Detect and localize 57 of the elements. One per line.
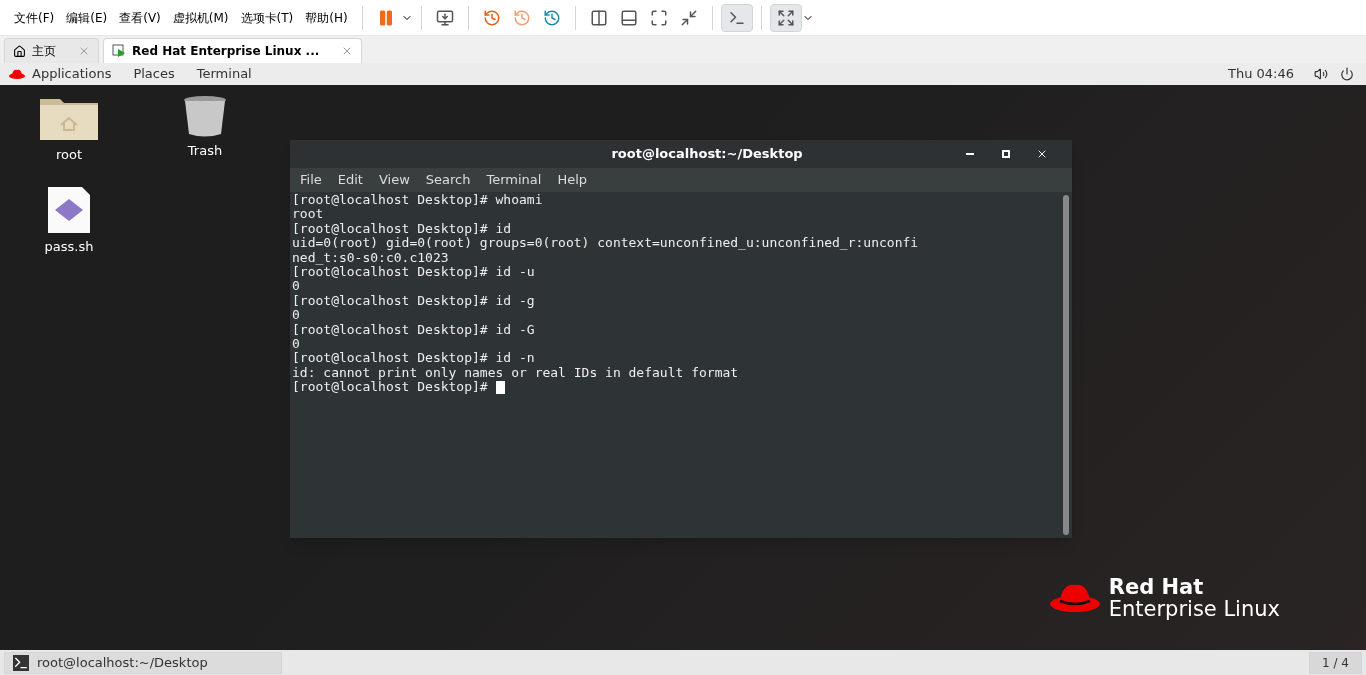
top-bar-menu[interactable]: Terminal: [196, 64, 252, 84]
terminal-menu-item[interactable]: Edit: [335, 170, 365, 190]
tab-label: 主页: [32, 43, 56, 60]
menu-item[interactable]: 文件(F): [8, 8, 61, 27]
terminal-line: [root@localhost Desktop]# id -g: [292, 293, 536, 309]
tab[interactable]: Red Hat Enterprise Linux ...: [103, 38, 363, 63]
top-bar-menu[interactable]: Applications: [32, 64, 112, 84]
terminal-line: 0: [292, 337, 301, 352]
tab[interactable]: 主页: [4, 38, 99, 63]
terminal-line: uid=0(root) gid=0(root) groups=0(root) context=unconfined_u:unconfined_r:unconfi: [292, 236, 920, 251]
terminal-menu-item[interactable]: File: [298, 170, 324, 190]
scrollbar[interactable]: [1063, 195, 1069, 535]
power-icon[interactable]: [1340, 67, 1354, 81]
workspace-switcher[interactable]: 1 / 4: [1309, 651, 1362, 674]
terminal-line: 0: [292, 279, 301, 294]
terminal-line: id: cannot print only names or real IDs in default format: [292, 365, 740, 381]
clock[interactable]: Thu 04:46: [1228, 64, 1294, 84]
trash-icon: [182, 95, 228, 137]
home-icon: [13, 44, 26, 58]
terminal-line: [root@localhost Desktop]# id -u: [292, 265, 536, 280]
tab-label: Red Hat Enterprise Linux ...: [132, 43, 320, 60]
text-cursor: [495, 381, 505, 394]
close-icon[interactable]: [1036, 148, 1048, 160]
terminal-icon: [13, 654, 29, 671]
hat-logo-icon: [1048, 583, 1101, 613]
taskbar-window-button[interactable]: root@localhost:~/Desktop: [4, 651, 282, 674]
maximize-icon: [1002, 150, 1010, 158]
console-icon[interactable]: [720, 3, 753, 32]
terminal-menu-item[interactable]: Help: [555, 170, 590, 190]
terminal-line: [root@localhost Desktop]# whoami: [292, 193, 544, 208]
volume-icon[interactable]: [1314, 67, 1328, 81]
terminal-line: [root@localhost Desktop]# id -n: [292, 351, 536, 366]
window-title: root@localhost:~/Desktop: [611, 145, 803, 164]
menu-item[interactable]: 编辑(E): [60, 8, 114, 27]
menu-item[interactable]: 虚拟机(M): [166, 8, 235, 27]
terminal-line: 0: [292, 308, 301, 323]
menu-item[interactable]: 选项卡(T): [234, 8, 300, 27]
top-bar-menu[interactable]: Places: [133, 64, 175, 84]
logo-title: Red Hat: [1108, 576, 1205, 598]
vm-icon: [112, 44, 126, 58]
menu-item[interactable]: 帮助(H): [299, 8, 354, 27]
desktop-icon-label[interactable]: Trash: [187, 141, 223, 161]
menu-item[interactable]: 查看(V): [113, 8, 167, 27]
terminal-menu-item[interactable]: Terminal: [484, 170, 544, 190]
terminal-menu-item[interactable]: Search: [423, 170, 473, 190]
desktop-icon-label[interactable]: pass.sh: [44, 236, 94, 256]
logo-subtitle: Enterprise Linux: [1108, 598, 1280, 620]
terminal-line: root: [292, 207, 325, 222]
terminal-prompt: [root@localhost Desktop]#: [292, 380, 489, 395]
terminal-line: ned_t:s0-s0:c0.c1023: [292, 250, 449, 266]
terminal-line: [root@localhost Desktop]# id: [292, 221, 513, 237]
hat-icon: [8, 69, 26, 79]
minimize-icon: [966, 153, 974, 155]
script-file-icon: [47, 186, 91, 233]
desktop-icon-label[interactable]: root: [55, 145, 83, 165]
terminal-menu-item[interactable]: View: [376, 170, 412, 190]
terminal-line: [root@localhost Desktop]# id -G: [292, 322, 536, 338]
